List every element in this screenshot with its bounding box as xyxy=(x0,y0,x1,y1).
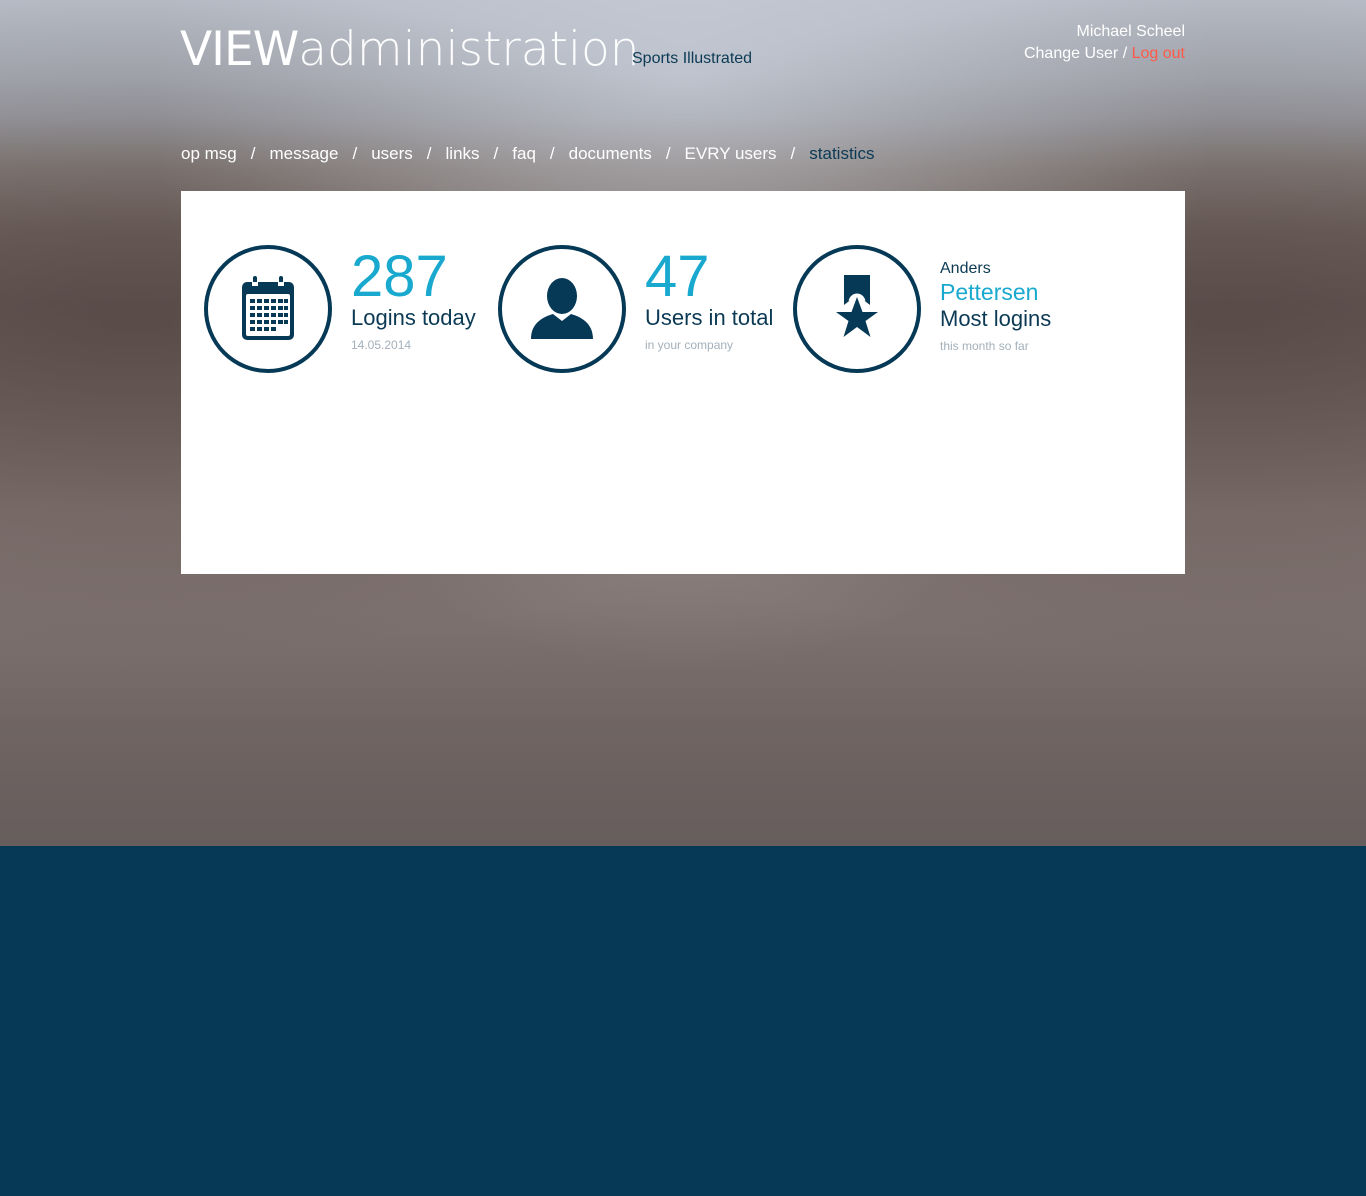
nav-item-statistics[interactable]: statistics xyxy=(809,144,874,164)
nav-separator: / xyxy=(549,144,555,163)
statistics-panel: 287 Logins today 14.05.2014 47 Users in … xyxy=(181,191,1185,574)
nav-item-op-msg[interactable]: op msg xyxy=(181,144,237,164)
nav-separator: / xyxy=(790,144,796,163)
footer-band xyxy=(0,846,1366,1196)
logo-light-text: administration xyxy=(298,22,640,77)
stat-most-logins: Anders Pettersen Most logins this month … xyxy=(793,245,1051,373)
nav-separator: / xyxy=(426,144,432,163)
nav-separator: / xyxy=(493,144,499,163)
stat-icon-circle xyxy=(204,245,332,373)
nav-item-documents[interactable]: documents xyxy=(569,144,652,164)
top-user-last-name: Pettersen xyxy=(940,279,1039,305)
logins-today-label: Logins today xyxy=(351,305,476,330)
app-logo[interactable]: VIEWadministration xyxy=(180,22,640,78)
users-total-sub: in your company xyxy=(645,338,734,352)
nav-item-users[interactable]: users xyxy=(371,144,413,164)
nav-separator: / xyxy=(352,144,358,163)
user-actions: Change User / Log out xyxy=(1024,43,1185,65)
nav-item-links[interactable]: links xyxy=(446,144,480,164)
stat-text: 287 Logins today 14.05.2014 xyxy=(351,244,476,355)
main-nav: op msg / message / users / links / faq /… xyxy=(181,144,874,164)
stat-logins-today: 287 Logins today 14.05.2014 xyxy=(204,245,476,373)
top-user-first-name: Anders xyxy=(940,260,991,277)
nav-item-faq[interactable]: faq xyxy=(512,144,536,164)
most-logins-sub: this month so far xyxy=(940,339,1029,353)
stat-text: 47 Users in total in your company xyxy=(645,244,774,355)
user-icon xyxy=(531,278,593,339)
nav-separator: / xyxy=(665,144,671,163)
nav-separator: / xyxy=(250,144,256,163)
users-total-value: 47 xyxy=(645,244,710,309)
company-name: Sports Illustrated xyxy=(632,50,753,67)
logins-today-date: 14.05.2014 xyxy=(351,338,412,352)
logins-today-value: 287 xyxy=(351,244,448,309)
stat-icon-circle xyxy=(498,245,626,373)
logout-link[interactable]: Log out xyxy=(1132,45,1185,62)
award-ribbon-icon xyxy=(836,275,878,337)
nav-item-message[interactable]: message xyxy=(269,144,338,164)
stat-icon-circle xyxy=(793,245,921,373)
calendar-icon xyxy=(242,276,294,340)
user-name: Michael Scheel xyxy=(1076,23,1186,40)
most-logins-label: Most logins xyxy=(940,306,1052,331)
user-actions-separator: / xyxy=(1122,45,1128,62)
nav-item-evry-users[interactable]: EVRY users xyxy=(685,144,777,164)
users-total-label: Users in total xyxy=(645,305,774,330)
user-box: Michael Scheel Change User / Log out xyxy=(1024,21,1185,65)
change-user-link[interactable]: Change User xyxy=(1024,45,1118,62)
logo-bold-text: VIEW xyxy=(180,22,299,77)
stat-text: Anders Pettersen Most logins this month … xyxy=(940,249,1051,356)
stat-users-total: 47 Users in total in your company xyxy=(498,245,773,373)
